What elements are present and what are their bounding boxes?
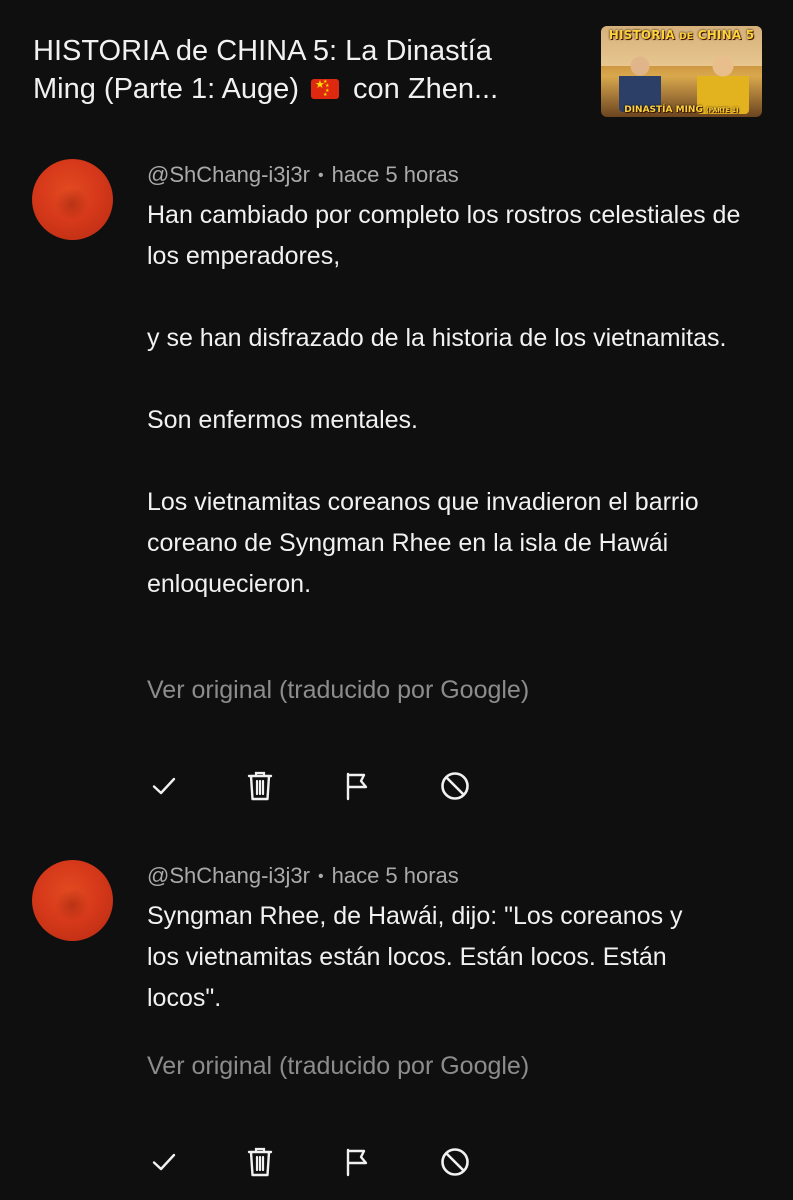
see-original-link[interactable]: Ver original (traducido por Google)	[147, 1050, 529, 1082]
flag-icon	[346, 1148, 368, 1177]
block-icon	[441, 772, 469, 800]
meta-separator: •	[317, 868, 324, 885]
video-header[interactable]: HISTORIA de CHINA 5: La Dinastía Ming (P…	[0, 0, 793, 140]
comment-body: Syngman Rhee, de Hawái, dijo: "Los corea…	[147, 896, 707, 1019]
avatar[interactable]	[32, 860, 113, 941]
comment-paragraph: Syngman Rhee, de Hawái, dijo: "Los corea…	[147, 902, 683, 1012]
comment-body: Han cambiado por completo los rostros ce…	[147, 195, 767, 605]
delete-button[interactable]	[243, 1145, 277, 1179]
trash-icon	[247, 771, 273, 801]
comment-meta: @ShChang-i3j3r • hace 5 horas	[147, 161, 459, 190]
approve-button[interactable]	[147, 1145, 181, 1179]
thumbnail-title-de: DE	[679, 32, 694, 42]
comment-paragraph: Los vietnamitas coreanos que invadieron …	[147, 488, 699, 598]
comment-time: hace 5 horas	[331, 863, 459, 888]
checkmark-icon	[152, 777, 176, 795]
meta-separator: •	[317, 167, 324, 184]
video-title-line-2: Ming (Parte 1: Auge) ★ ★ ★ ★ ★ con Zhen...	[33, 70, 583, 108]
china-flag-icon: ★ ★ ★ ★ ★	[311, 79, 340, 99]
thumbnail-subtitle-small: (PARTE 1)	[705, 107, 739, 114]
flag-icon	[346, 772, 368, 801]
thumbnail-subtitle: DINASTÍA MING (PARTE 1)	[601, 105, 762, 115]
thumbnail-title: HISTORIA DE CHINA 5	[601, 28, 762, 42]
comment-meta: @ShChang-i3j3r • hace 5 horas	[147, 862, 459, 891]
trash-icon	[247, 1147, 273, 1177]
comment-time: hace 5 horas	[331, 162, 459, 187]
video-title-line-2-start: Ming (Parte 1: Auge)	[33, 73, 299, 105]
thumbnail-title-main: HISTORIA	[608, 28, 675, 42]
video-title-line-2-end: con Zhen...	[353, 73, 499, 105]
thumbnail-title-end: CHINA 5	[697, 28, 755, 42]
checkmark-icon	[152, 1153, 176, 1171]
delete-button[interactable]	[243, 769, 277, 803]
report-button[interactable]	[340, 769, 374, 803]
comment-paragraph: Son enfermos mentales.	[147, 406, 418, 434]
comment-paragraph: y se han disfrazado de la historia de lo…	[147, 324, 727, 352]
block-button[interactable]	[438, 769, 472, 803]
video-title-line-1: HISTORIA de CHINA 5: La Dinastía	[33, 35, 492, 67]
thumbnail-subtitle-main: DINASTÍA MING	[624, 105, 703, 115]
avatar[interactable]	[32, 159, 113, 240]
comment-author[interactable]: @ShChang-i3j3r	[147, 863, 310, 888]
block-icon	[441, 1148, 469, 1176]
thumbnail-figure-left	[619, 56, 661, 112]
comment-paragraph: Han cambiado por completo los rostros ce…	[147, 201, 741, 270]
comment-author[interactable]: @ShChang-i3j3r	[147, 162, 310, 187]
approve-button[interactable]	[147, 769, 181, 803]
see-original-link[interactable]: Ver original (traducido por Google)	[147, 674, 529, 706]
video-title[interactable]: HISTORIA de CHINA 5: La Dinastía Ming (P…	[33, 32, 583, 108]
report-button[interactable]	[340, 1145, 374, 1179]
video-thumbnail[interactable]: HISTORIA DE CHINA 5 DINASTÍA MING (PARTE…	[601, 26, 762, 117]
block-button[interactable]	[438, 1145, 472, 1179]
